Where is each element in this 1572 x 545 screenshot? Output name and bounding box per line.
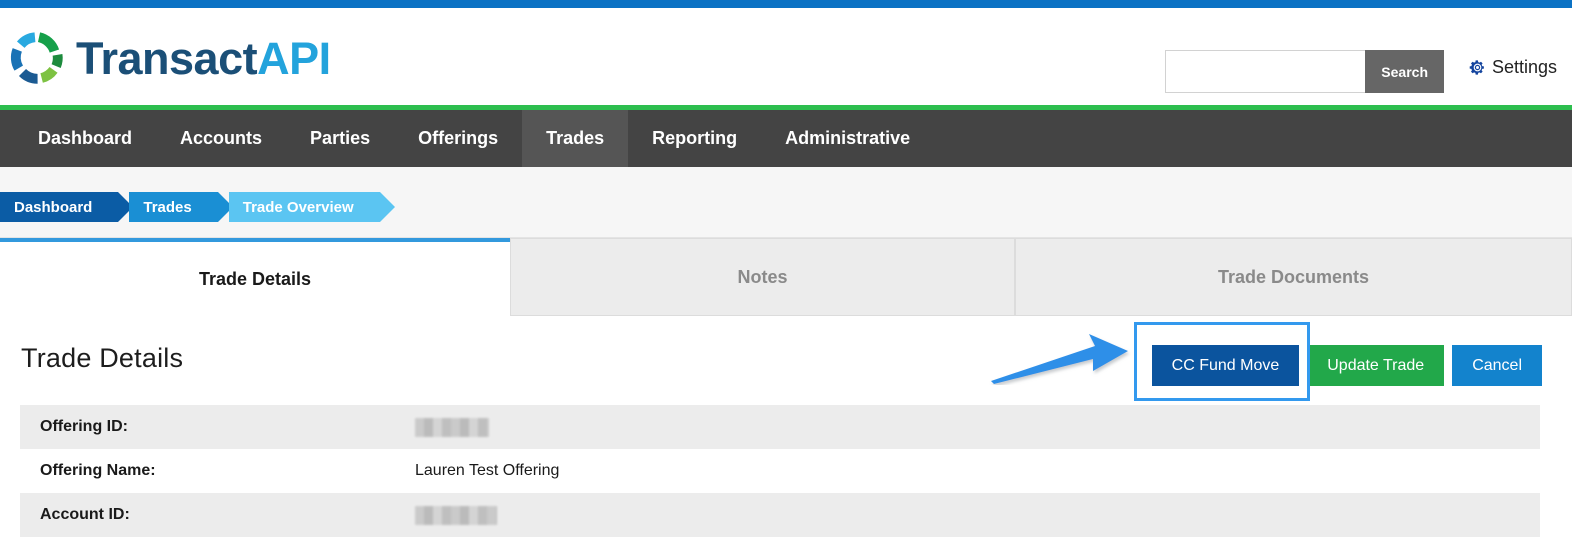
nav-item-dashboard[interactable]: Dashboard [14, 110, 156, 167]
table-row: Offering Name: Lauren Test Offering [20, 449, 1540, 493]
nav-list: Dashboard Accounts Parties Offerings Tra… [0, 110, 1572, 167]
row-value-offering-name: Lauren Test Offering [415, 462, 560, 479]
top-accent-bar [0, 0, 1572, 8]
row-label-account-id: Account ID: [40, 506, 130, 523]
tab-trade-documents[interactable]: Trade Documents [1015, 238, 1572, 316]
nav-item-offerings[interactable]: Offerings [394, 110, 522, 167]
table-row: Account ID: [20, 493, 1540, 537]
tab-notes[interactable]: Notes [510, 238, 1015, 316]
page-title: Trade Details [21, 343, 184, 373]
trade-details-panel: Trade Details CC Fund Move Update Trade … [0, 316, 1572, 545]
search-button[interactable]: Search [1365, 50, 1444, 93]
nav-item-accounts[interactable]: Accounts [156, 110, 286, 167]
tab-trade-details[interactable]: Trade Details [0, 238, 510, 316]
brand-logo[interactable]: TransactAPI [8, 28, 331, 88]
breadcrumb-item-trades[interactable]: Trades [129, 192, 234, 222]
brand-wordmark: TransactAPI [76, 36, 331, 81]
gear-icon [1469, 60, 1484, 75]
page-root: TransactAPI Search Settings Dashboard Ac… [0, 0, 1572, 545]
header-search: Search [1165, 50, 1444, 93]
brand-name-primary: Transact [76, 32, 258, 84]
brand-name-secondary: API [257, 32, 331, 84]
redacted-value [415, 505, 497, 525]
trade-details-table: Offering ID: Offering Name: Lauren Test … [20, 405, 1540, 537]
update-trade-button[interactable]: Update Trade [1307, 345, 1445, 386]
breadcrumb-item-dashboard[interactable]: Dashboard [0, 192, 134, 222]
breadcrumb: Dashboard Trades Trade Overview [0, 192, 395, 222]
cancel-button[interactable]: Cancel [1452, 345, 1542, 386]
row-value-account-id [415, 505, 497, 525]
cc-fund-move-button[interactable]: CC Fund Move [1151, 345, 1300, 386]
nav-item-trades[interactable]: Trades [522, 110, 629, 167]
nav-item-reporting[interactable]: Reporting [628, 110, 761, 167]
settings-link[interactable]: Settings [1469, 57, 1557, 78]
main-navigation: Dashboard Accounts Parties Offerings Tra… [0, 110, 1572, 167]
nav-item-parties[interactable]: Parties [286, 110, 394, 167]
search-input[interactable] [1165, 50, 1366, 93]
action-button-group: CC Fund Move Update Trade Cancel [1151, 345, 1542, 386]
tab-bar: Trade Details Notes Trade Documents [0, 238, 1572, 316]
settings-label: Settings [1491, 57, 1557, 77]
segmented-circle-logo-icon [10, 32, 63, 84]
table-row: Offering ID: [20, 405, 1540, 449]
site-header: TransactAPI Search Settings [0, 8, 1572, 105]
row-label-offering-name: Offering Name: [40, 462, 156, 479]
row-value-offering-id [415, 417, 489, 437]
nav-item-administrative[interactable]: Administrative [761, 110, 934, 167]
breadcrumb-item-trade-overview[interactable]: Trade Overview [228, 192, 395, 222]
redacted-value [415, 417, 489, 437]
breadcrumb-band: Dashboard Trades Trade Overview [0, 167, 1572, 238]
row-label-offering-id: Offering ID: [40, 418, 128, 435]
